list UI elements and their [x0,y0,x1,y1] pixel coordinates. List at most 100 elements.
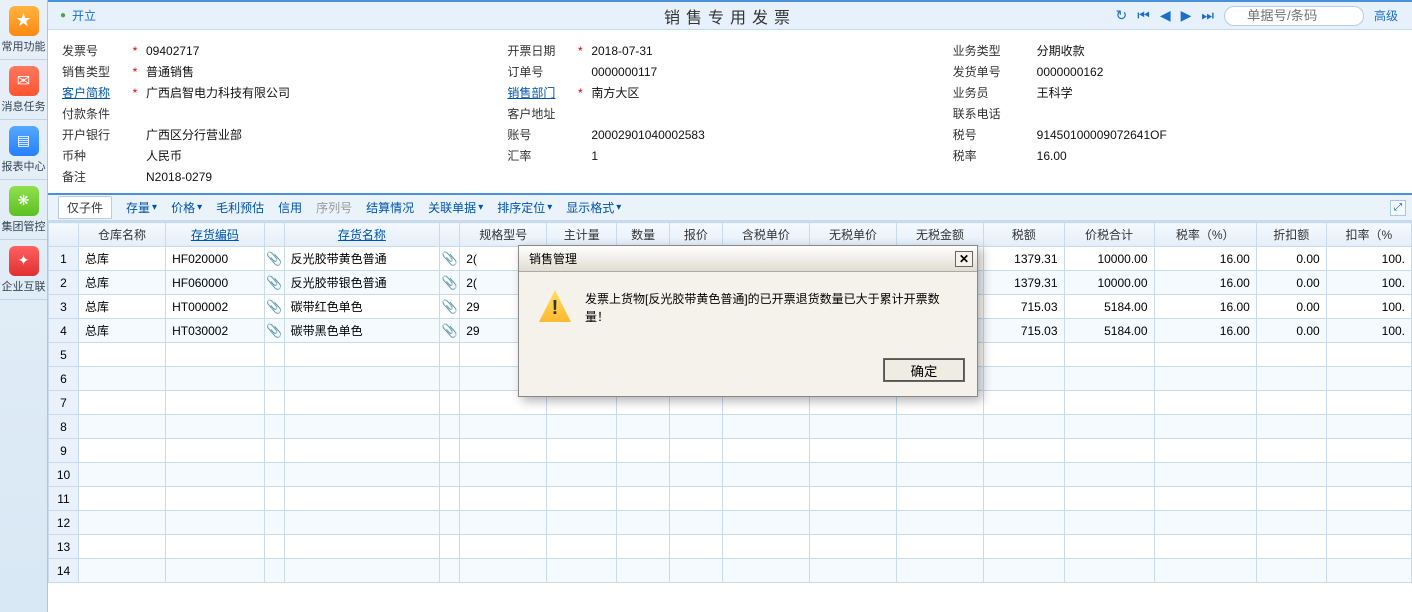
cell[interactable] [809,391,896,415]
cell[interactable] [284,559,440,583]
attachment-icon[interactable]: 📎 [440,295,460,319]
table-row[interactable]: 13 [49,535,1412,559]
row-number[interactable]: 3 [49,295,79,319]
cell[interactable] [1064,391,1154,415]
cell[interactable] [1154,439,1256,463]
row-number[interactable]: 9 [49,439,79,463]
cell[interactable] [440,487,460,511]
form-value[interactable]: 09402717 [146,44,199,58]
cell[interactable]: 0.69 [896,247,983,271]
row-number[interactable]: 6 [49,367,79,391]
cell[interactable] [1064,487,1154,511]
cell[interactable] [79,367,166,391]
cell[interactable] [809,559,896,583]
cell[interactable] [1064,367,1154,391]
cell[interactable] [284,439,440,463]
cell[interactable] [984,463,1064,487]
cell[interactable] [896,559,983,583]
cell[interactable] [1326,439,1411,463]
cell[interactable] [440,511,460,535]
cell[interactable] [547,367,617,391]
column-header[interactable]: 仓库名称 [79,223,166,247]
cell[interactable] [460,511,547,535]
column-header[interactable]: 无税单价 [809,223,896,247]
cell[interactable] [896,535,983,559]
cell[interactable]: 0.00 [1256,271,1326,295]
table-row[interactable]: 1总库HF020000📎反光胶带黄色普通📎2(0.691379.3110000.… [49,247,1412,271]
form-label[interactable]: 客户简称 [62,84,124,101]
cell[interactable] [896,487,983,511]
cell[interactable] [809,487,896,511]
column-header[interactable]: 报价 [670,223,723,247]
prev-icon[interactable]: ◀ [1160,7,1171,24]
form-value[interactable]: 人民币 [146,147,182,164]
cell[interactable]: 0.00 [1256,247,1326,271]
cell[interactable] [984,535,1064,559]
column-header[interactable]: 税额 [984,223,1064,247]
cell[interactable] [166,343,265,367]
cell[interactable] [547,343,617,367]
form-value[interactable]: 王科学 [1037,84,1073,101]
row-number[interactable]: 13 [49,535,79,559]
form-value[interactable]: 广西区分行营业部 [146,126,242,143]
attachment-icon[interactable]: 📎 [440,271,460,295]
cell[interactable] [79,463,166,487]
cell[interactable] [1256,391,1326,415]
cell[interactable]: 100. [1326,319,1411,343]
cell[interactable] [166,415,265,439]
cell[interactable] [670,295,723,319]
table-row[interactable]: 10 [49,463,1412,487]
cell[interactable] [1326,367,1411,391]
cell[interactable] [670,439,723,463]
cell[interactable] [722,367,809,391]
cell[interactable] [984,439,1064,463]
cell[interactable] [722,319,809,343]
row-number[interactable]: 4 [49,319,79,343]
cell[interactable]: 0.00 [1256,319,1326,343]
cell[interactable] [670,559,723,583]
cell[interactable] [984,559,1064,583]
cell[interactable] [617,391,670,415]
cell[interactable] [670,319,723,343]
cell[interactable] [166,487,265,511]
tool-stock[interactable]: 存量 [126,199,157,216]
tool-credit[interactable]: 信用 [278,199,302,216]
cell[interactable] [809,415,896,439]
cell[interactable] [1326,415,1411,439]
column-header[interactable]: 价税合计 [1064,223,1154,247]
table-row[interactable]: 4总库HT030002📎碳带黑色单色📎293.97715.035184.0016… [49,319,1412,343]
table-row[interactable]: 7 [49,391,1412,415]
row-number[interactable]: 10 [49,463,79,487]
cell[interactable] [166,367,265,391]
cell[interactable]: 5184.00 [1064,295,1154,319]
cell[interactable] [896,391,983,415]
cell[interactable] [1154,343,1256,367]
cell[interactable] [284,343,440,367]
cell[interactable] [547,391,617,415]
form-value[interactable]: 南方大区 [591,84,639,101]
column-header[interactable]: 数量 [617,223,670,247]
column-header[interactable]: 扣率（% [1326,223,1411,247]
cell[interactable] [440,463,460,487]
cell[interactable] [722,463,809,487]
row-number[interactable]: 11 [49,487,79,511]
table-row[interactable]: 2总库HF060000📎反光胶带银色普通📎2(0.691379.3110000.… [49,271,1412,295]
cell[interactable] [1064,415,1154,439]
row-number[interactable]: 2 [49,271,79,295]
attachment-icon[interactable]: 📎 [440,319,460,343]
attachment-icon[interactable]: 📎 [264,295,284,319]
cell[interactable] [722,511,809,535]
cell[interactable] [722,391,809,415]
cell[interactable]: 10000.00 [1064,247,1154,271]
cell[interactable] [284,535,440,559]
row-number[interactable]: 5 [49,343,79,367]
cell[interactable] [722,343,809,367]
column-header[interactable]: 含税单价 [722,223,809,247]
cell[interactable] [1326,535,1411,559]
cell[interactable] [264,343,284,367]
form-value[interactable]: 分期收款 [1037,42,1085,59]
cell[interactable]: 16.00 [1154,271,1256,295]
first-icon[interactable]: ⏮ [1137,7,1150,24]
column-header[interactable]: 规格型号 [460,223,547,247]
cell[interactable] [264,391,284,415]
